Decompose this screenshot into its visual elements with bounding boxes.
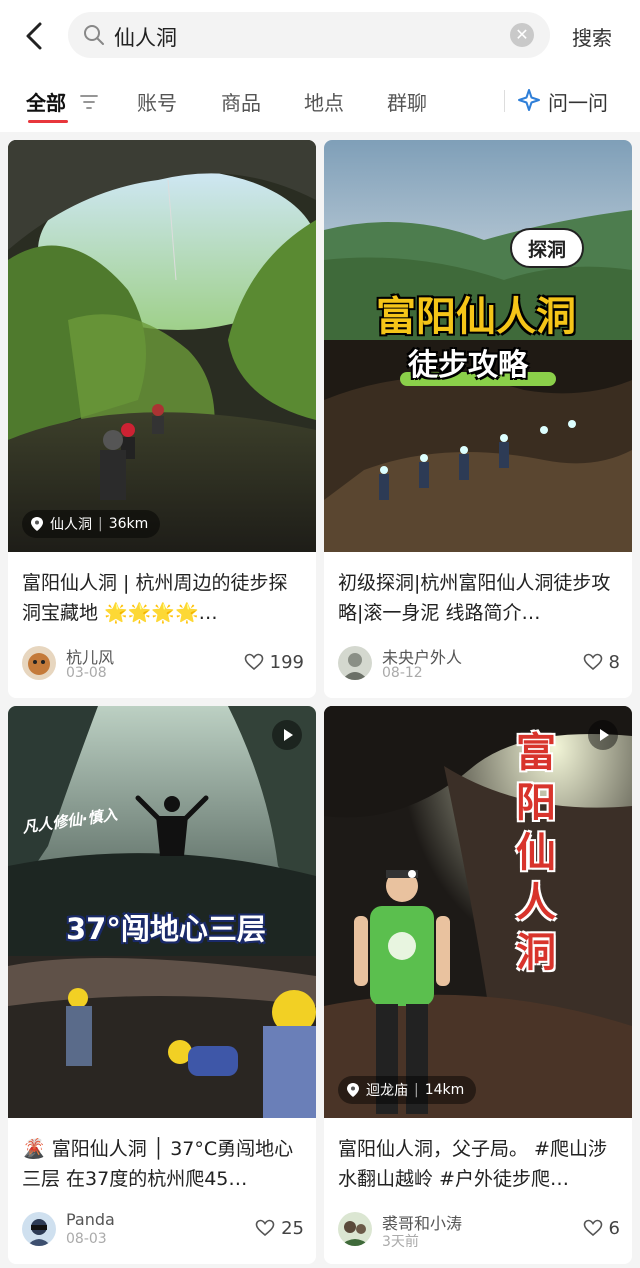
note-cover-image[interactable]: 富阳仙人洞 迴龙庙 | 14km bbox=[324, 706, 632, 1118]
location-pin-icon bbox=[31, 517, 43, 531]
like-button[interactable]: 8 bbox=[583, 650, 620, 674]
note-cover-image[interactable] bbox=[8, 140, 316, 552]
note-card[interactable]: 凡人修仙·慎入 37°闯地心三层 🌋 富阳仙人洞 │ 37°C勇闯地心三层 在3… bbox=[8, 706, 316, 1264]
note-title[interactable]: 初级探洞|杭州富阳仙人洞徒步攻略|滚一身泥 线路简介… bbox=[338, 568, 620, 628]
location-distance: 36km bbox=[108, 516, 149, 532]
tab-group[interactable]: 群聊 bbox=[387, 87, 427, 116]
author-name[interactable]: Panda bbox=[66, 1210, 115, 1229]
clear-icon[interactable]: ✕ bbox=[510, 23, 534, 47]
like-count: 25 bbox=[281, 1217, 304, 1239]
overlay-headline: 37°闯地心三层 bbox=[66, 912, 266, 946]
like-count: 8 bbox=[608, 651, 620, 673]
search-box[interactable]: 仙人洞 ✕ bbox=[68, 12, 550, 58]
location-distance: 14km bbox=[424, 1082, 465, 1098]
tab-place[interactable]: 地点 bbox=[304, 87, 344, 116]
note-title[interactable]: 富阳仙人洞 | 杭州周边的徒步探洞宝藏地 🌟🌟🌟🌟… bbox=[22, 568, 304, 628]
ask-sparkle-icon[interactable] bbox=[517, 88, 541, 112]
note-meta: 杭儿风 03-08 199 bbox=[22, 644, 304, 684]
like-count: 6 bbox=[608, 1217, 620, 1239]
avatar[interactable] bbox=[338, 1212, 372, 1246]
location-name: 迴龙庙 bbox=[366, 1083, 408, 1099]
tab-bar: 全部 账号 商品 地点 群聊 问一问 bbox=[0, 70, 640, 132]
like-button[interactable]: 25 bbox=[255, 1216, 304, 1240]
tab-account[interactable]: 账号 bbox=[137, 87, 177, 116]
heart-icon bbox=[583, 653, 602, 671]
note-title[interactable]: 🌋 富阳仙人洞 │ 37°C勇闯地心三层 在37度的杭州爬45… bbox=[22, 1134, 304, 1194]
search-icon bbox=[84, 25, 104, 45]
location-name: 仙人洞 bbox=[50, 517, 92, 533]
note-meta: Panda 08-03 25 bbox=[22, 1210, 304, 1250]
location-pin-icon bbox=[347, 1083, 359, 1097]
avatar[interactable] bbox=[22, 646, 56, 680]
filter-icon[interactable] bbox=[80, 94, 98, 110]
search-button[interactable]: 搜索 bbox=[572, 22, 612, 51]
tab-ask[interactable]: 问一问 bbox=[548, 87, 608, 116]
note-card[interactable]: 探洞 富阳仙人洞 徒步攻略 初级探洞|杭州富阳仙人洞徒步攻略|滚一身泥 线路简介… bbox=[324, 140, 632, 698]
note-cover-image[interactable]: 探洞 富阳仙人洞 徒步攻略 bbox=[324, 140, 632, 552]
note-card[interactable]: 富阳仙人洞 迴龙庙 | 14km 富阳仙人洞，父子局。 #爬山涉水翻山越岭 #户… bbox=[324, 706, 632, 1264]
search-input[interactable]: 仙人洞 bbox=[114, 22, 177, 52]
location-separator: | bbox=[414, 1082, 419, 1098]
avatar[interactable] bbox=[338, 646, 372, 680]
tab-all[interactable]: 全部 bbox=[26, 87, 66, 116]
heart-icon bbox=[244, 653, 263, 671]
overlay-headline: 富阳仙人洞 bbox=[376, 294, 576, 340]
post-date: 3天前 bbox=[382, 1234, 419, 1250]
avatar[interactable] bbox=[22, 1212, 56, 1246]
location-badge[interactable]: 仙人洞 | 36km bbox=[22, 510, 161, 538]
heart-icon bbox=[583, 1219, 602, 1237]
heart-icon bbox=[255, 1219, 275, 1237]
top-bar: 仙人洞 ✕ 搜索 bbox=[0, 0, 640, 70]
note-title[interactable]: 富阳仙人洞，父子局。 #爬山涉水翻山越岭 #户外徒步爬… bbox=[338, 1134, 620, 1194]
post-date: 03-08 bbox=[66, 665, 107, 681]
tab-goods[interactable]: 商品 bbox=[221, 87, 261, 116]
like-button[interactable]: 199 bbox=[244, 650, 304, 674]
active-tab-indicator bbox=[28, 120, 68, 123]
tab-divider bbox=[504, 90, 505, 112]
like-count: 199 bbox=[269, 651, 304, 673]
note-cover-image[interactable]: 凡人修仙·慎入 37°闯地心三层 bbox=[8, 706, 316, 1118]
post-date: 08-03 bbox=[66, 1231, 107, 1247]
overlay-headline: 富阳仙人洞 bbox=[516, 730, 556, 976]
overlay-subtitle: 徒步攻略 bbox=[408, 348, 528, 383]
note-card[interactable]: 仙人洞 | 36km 富阳仙人洞 | 杭州周边的徒步探洞宝藏地 🌟🌟🌟🌟… 杭儿… bbox=[8, 140, 316, 698]
location-badge[interactable]: 迴龙庙 | 14km bbox=[338, 1076, 477, 1104]
note-meta: 裘哥和小涛 3天前 6 bbox=[338, 1210, 620, 1250]
video-play-icon[interactable] bbox=[272, 720, 302, 750]
video-play-icon[interactable] bbox=[588, 720, 618, 750]
overlay-tag: 探洞 bbox=[510, 228, 584, 268]
post-date: 08-12 bbox=[382, 665, 423, 681]
note-meta: 未央户外人 08-12 8 bbox=[338, 644, 620, 684]
back-arrow-icon[interactable] bbox=[18, 18, 54, 54]
like-button[interactable]: 6 bbox=[583, 1216, 620, 1240]
location-separator: | bbox=[98, 516, 103, 532]
